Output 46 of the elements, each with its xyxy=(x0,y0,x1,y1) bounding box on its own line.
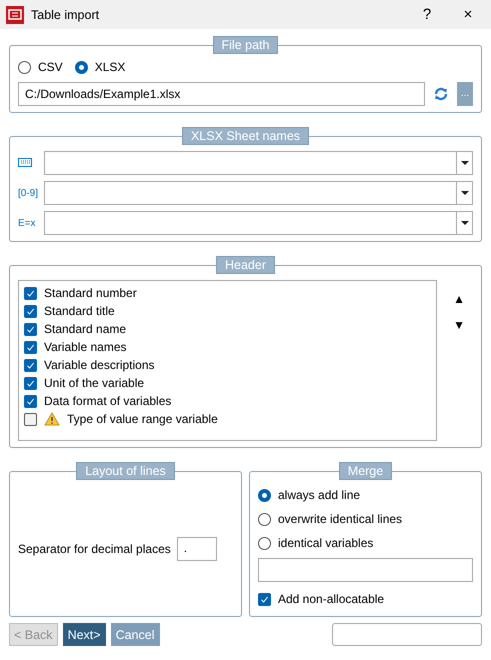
group-title: XLSX Sheet names xyxy=(182,127,310,145)
separator-label: Separator for decimal places xyxy=(18,542,171,556)
header-item-label: Data format of variables xyxy=(44,394,172,408)
checkbox[interactable] xyxy=(24,412,37,426)
next-button[interactable]: Next> xyxy=(62,623,106,646)
merge-radio[interactable]: always add line xyxy=(258,488,360,502)
dropdown-arrow-icon xyxy=(460,191,468,195)
merge-radio[interactable]: identical variables xyxy=(258,536,374,550)
pattern-icon: [0-9] xyxy=(18,188,38,198)
checkbox[interactable] xyxy=(24,394,37,408)
grid-icon xyxy=(18,158,32,167)
refresh-icon[interactable] xyxy=(433,86,449,102)
move-up-button[interactable]: ▲ xyxy=(453,292,465,306)
header-item-label: Standard title xyxy=(44,304,115,318)
checkbox[interactable] xyxy=(24,340,37,354)
format-radio[interactable]: XLSX xyxy=(74,60,126,74)
checkbox[interactable] xyxy=(24,322,37,336)
check-icon xyxy=(260,594,269,604)
dropdown-arrow-icon xyxy=(460,161,468,165)
window-title: Table import xyxy=(31,8,100,22)
header-item-label: Unit of the variable xyxy=(44,376,144,390)
header-item-label: Standard number xyxy=(44,286,137,300)
merge-radio[interactable]: overwrite identical lines xyxy=(258,512,402,526)
app-icon xyxy=(6,6,24,24)
checkbox[interactable] xyxy=(24,304,37,318)
checkbox[interactable] xyxy=(24,286,37,300)
checkbox[interactable] xyxy=(24,376,37,390)
header-item-label: Variable descriptions xyxy=(44,358,155,372)
move-down-button[interactable]: ▼ xyxy=(453,318,465,332)
path-field[interactable]: C:/Downloads/Example1.xlsx xyxy=(18,82,425,106)
add-non-allocatable-checkbox[interactable]: Add non-allocatable xyxy=(258,591,384,607)
checkbox[interactable] xyxy=(24,358,37,372)
header-item-label: Variable names xyxy=(44,340,126,354)
help-button[interactable]: ? xyxy=(410,6,444,23)
dropdown-arrow-icon xyxy=(460,221,468,225)
text-field[interactable] xyxy=(258,558,473,582)
separator-field[interactable]: . xyxy=(176,537,217,561)
group-title: Merge xyxy=(338,462,392,480)
close-button[interactable]: × xyxy=(451,6,485,23)
format-radio[interactable]: CSV xyxy=(18,60,63,74)
group-title: File path xyxy=(212,36,278,54)
header-item-label: Type of value range variable xyxy=(67,412,218,426)
pattern-icon: E=x xyxy=(18,218,38,228)
group-title: Layout of lines xyxy=(76,462,175,480)
header-item-label: Standard name xyxy=(44,322,126,336)
group-title: Header xyxy=(216,256,275,274)
